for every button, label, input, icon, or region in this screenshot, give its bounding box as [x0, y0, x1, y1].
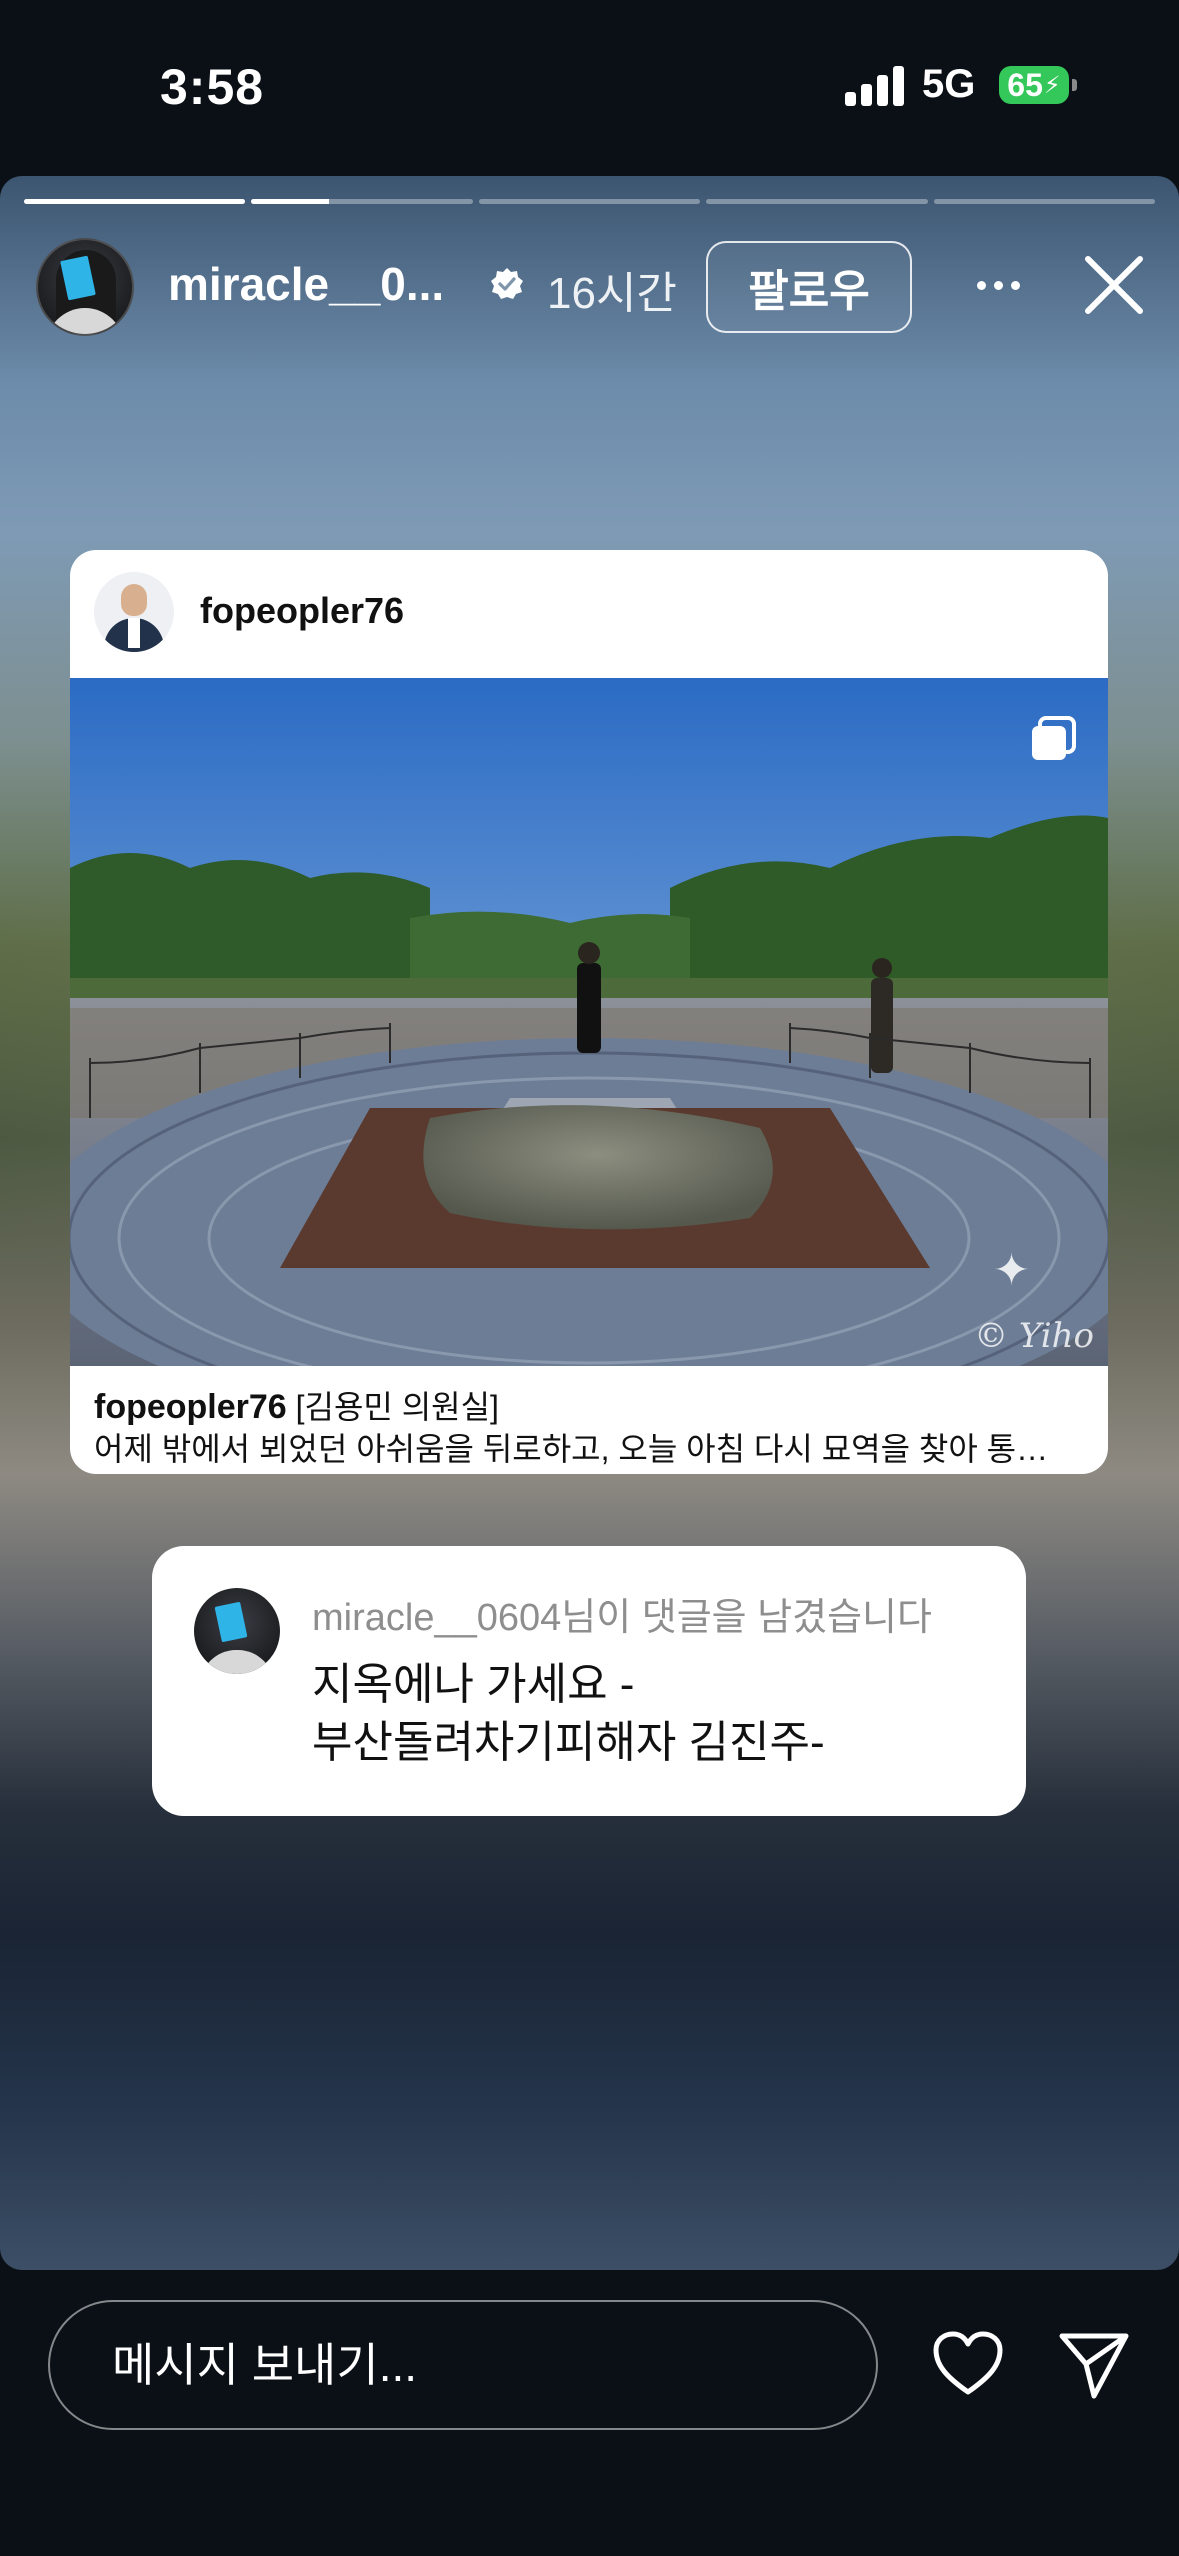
- progress-segment: [933, 199, 1156, 204]
- battery-level: 65: [1007, 66, 1043, 103]
- reply-line-1: 지옥에나 가세요 -: [312, 1660, 635, 1709]
- progress-segment: [706, 199, 928, 204]
- profile-avatar[interactable]: [36, 238, 134, 336]
- sparkle-icon: ✦: [993, 1246, 1030, 1295]
- charging-bolt-icon: ⚡: [1043, 71, 1061, 99]
- shared-post-avatar[interactable]: [94, 572, 174, 652]
- story-reply-bar: [0, 2270, 1179, 2556]
- reply-line-2: 부산돌려차기피해자 김진주-: [312, 1718, 825, 1767]
- reply-avatar: [194, 1588, 280, 1674]
- message-input[interactable]: [48, 2300, 878, 2430]
- close-icon[interactable]: [1082, 253, 1146, 317]
- reply-meta: miracle__0604님이 댓글을 남겼습니다: [312, 1597, 932, 1639]
- story-header: miracle__0... 16시간 팔로우: [0, 231, 1179, 341]
- battery-indicator: 65 ⚡: [999, 66, 1077, 104]
- caption-text: 어제 밖에서 뵈었던 아쉬움을 뒤로하고, 오늘 아침 다시 묘역을 찾아 통…: [94, 1431, 1049, 1467]
- shared-post-header: fopeopler76: [70, 550, 1108, 678]
- caption-author: fopeopler76: [94, 1388, 287, 1426]
- story-time-ago: 16시간: [547, 269, 677, 318]
- heart-icon[interactable]: [930, 2326, 1006, 2402]
- shared-post-photo[interactable]: ✦ © Yiho: [70, 678, 1108, 1366]
- progress-segment-active: [251, 199, 473, 204]
- reply-text: 지옥에나 가세요 - 부산돌려차기피해자 김진주-: [312, 1656, 825, 1772]
- more-dots-icon[interactable]: [968, 255, 1028, 315]
- multiple-images-icon: [1032, 716, 1076, 760]
- cellular-signal-icon: [845, 64, 905, 106]
- status-bar: 3:58 5G 65 ⚡: [0, 0, 1179, 170]
- photo-watermark: © Yiho: [974, 1316, 1094, 1356]
- network-type: 5G: [922, 62, 976, 106]
- status-time: 3:58: [160, 59, 265, 115]
- story-username[interactable]: miracle__0...: [168, 257, 444, 311]
- comment-reply-card[interactable]: miracle__0604님이 댓글을 남겼습니다 지옥에나 가세요 - 부산돌…: [152, 1546, 1026, 1816]
- progress-segment: [24, 199, 246, 204]
- story-progress-bar: [24, 199, 1156, 204]
- shared-post-caption[interactable]: fopeopler76 [김용민 의원실] 어제 밖에서 뵈었던 아쉬움을 뒤로…: [94, 1386, 1084, 1470]
- shared-post-card[interactable]: fopeopler76 ✦ © Yiho fopeopler76 [김용민 의원…: [70, 550, 1108, 1474]
- follow-button[interactable]: 팔로우: [706, 241, 912, 333]
- story-viewer[interactable]: miracle__0... 16시간 팔로우 fopeopler76 ✦ © Y…: [0, 176, 1179, 2270]
- shared-post-author[interactable]: fopeopler76: [200, 590, 404, 632]
- caption-tag: [김용민 의원실]: [295, 1389, 499, 1425]
- send-icon[interactable]: [1056, 2326, 1132, 2402]
- verified-badge-icon: [491, 268, 523, 299]
- progress-segment: [478, 199, 701, 204]
